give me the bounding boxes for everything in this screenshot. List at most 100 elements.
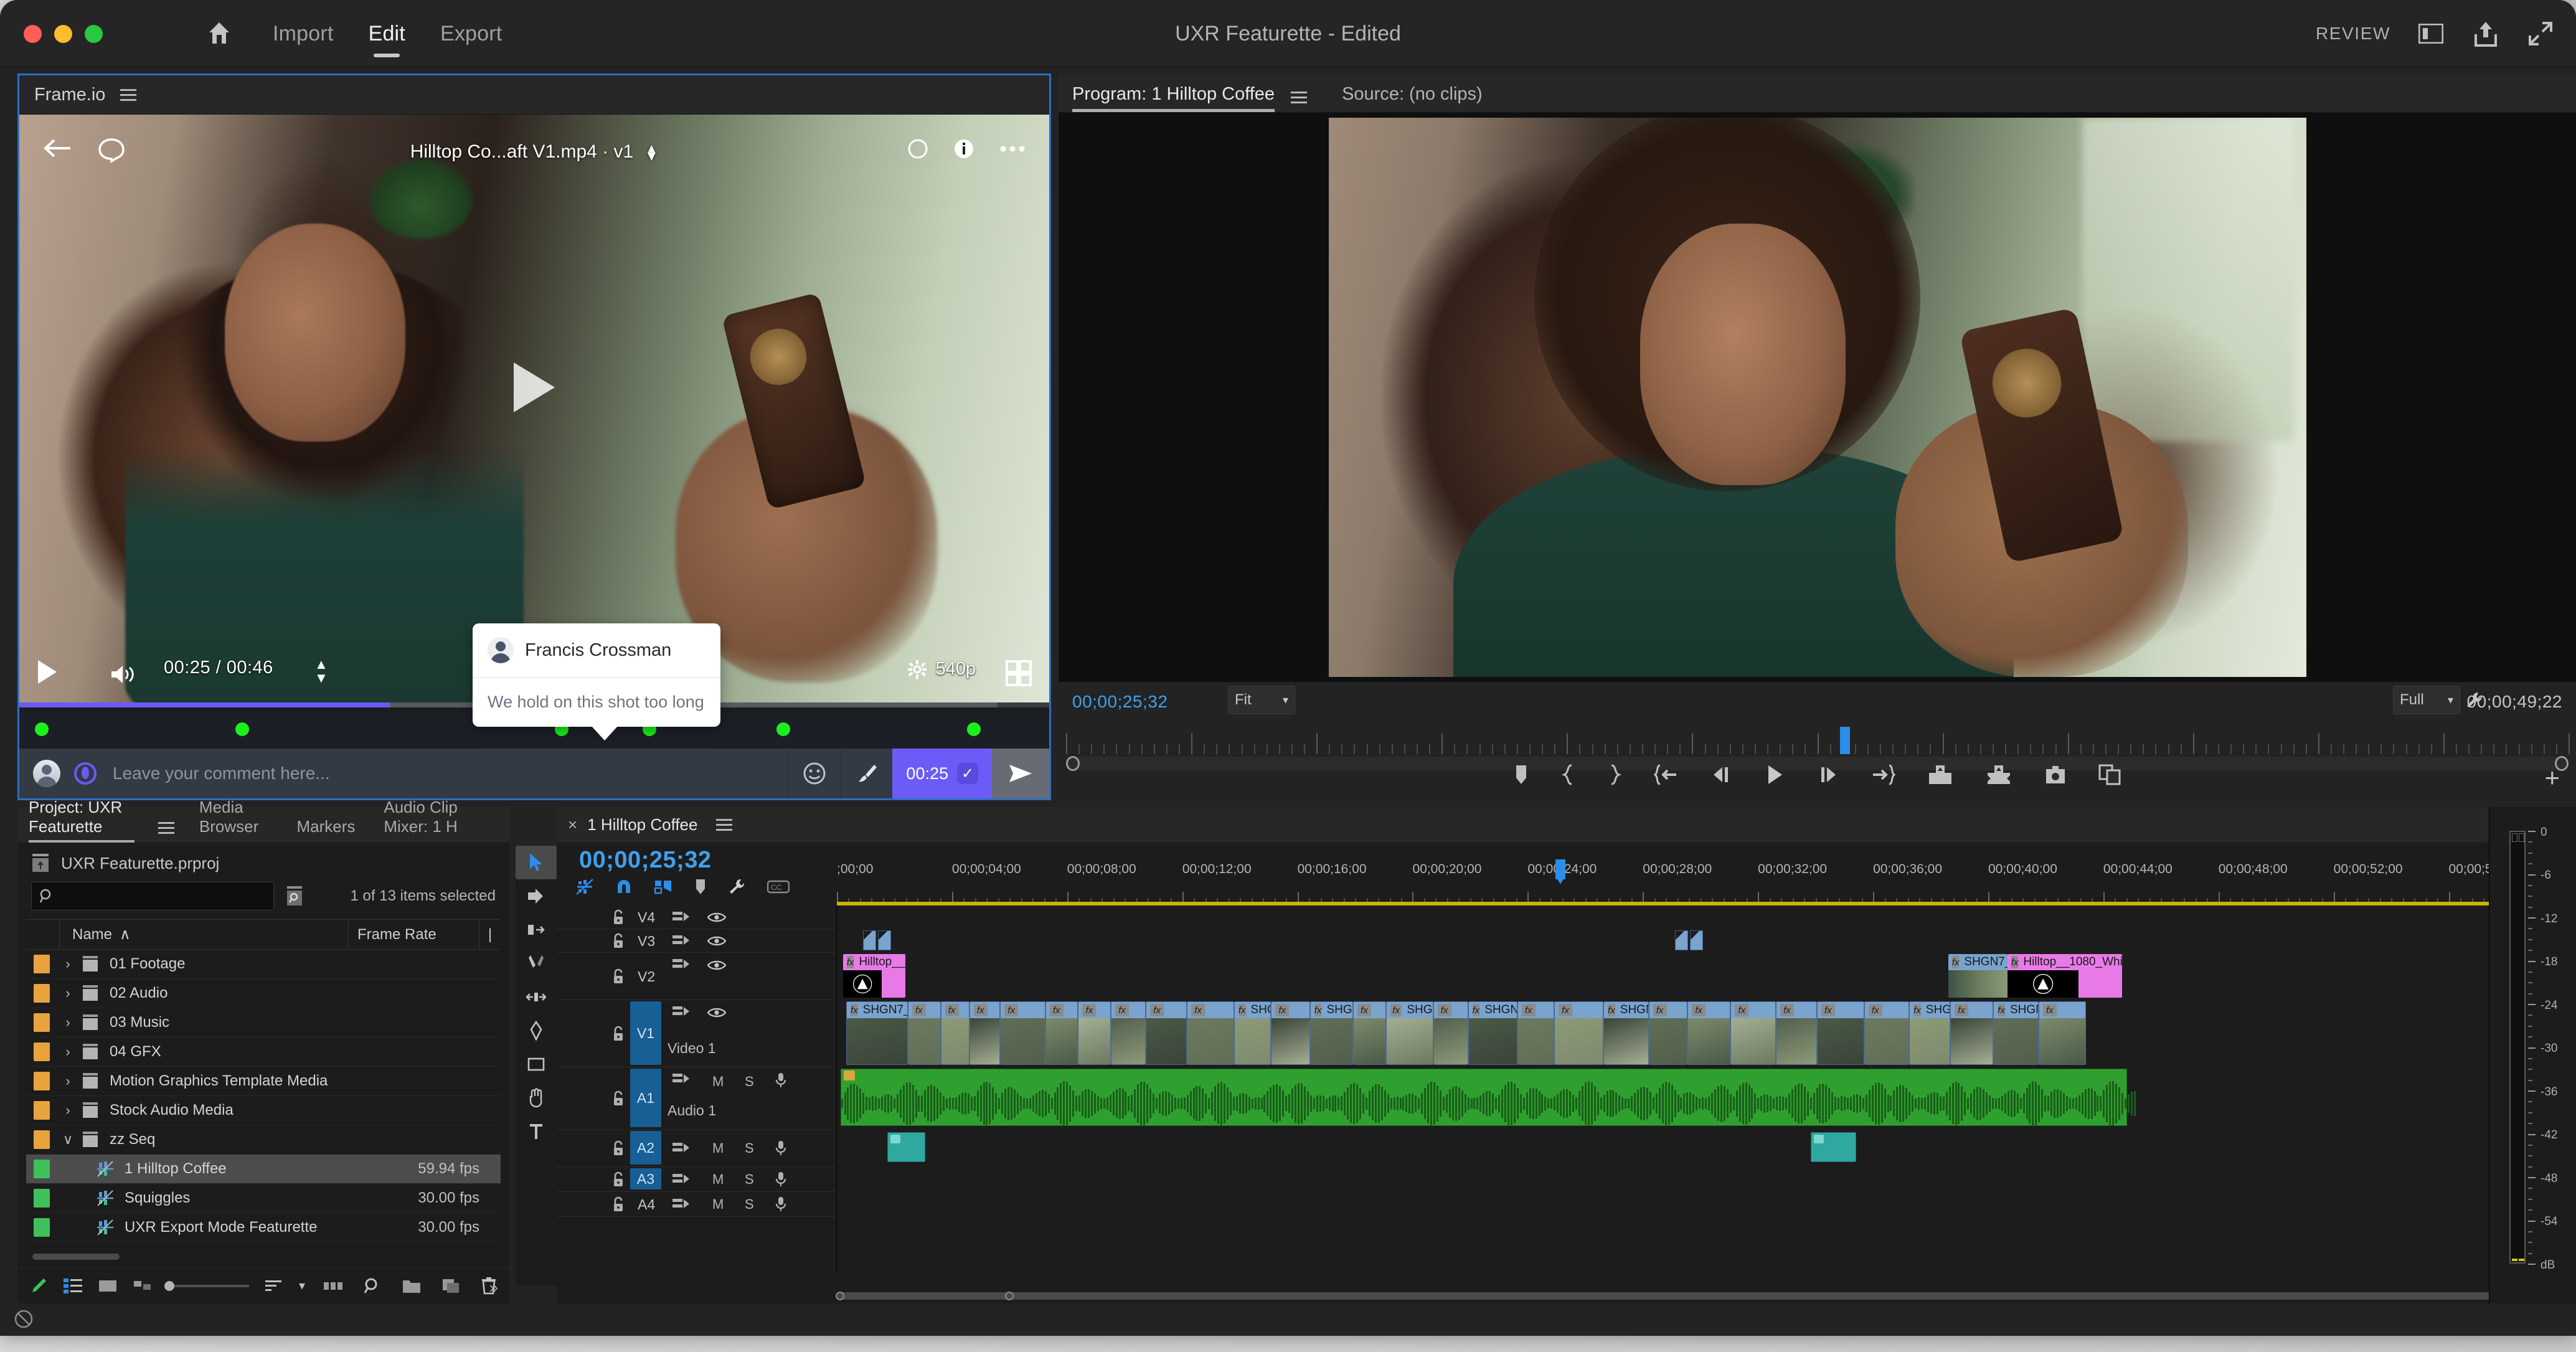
timeline-clip[interactable]: fx Hilltop__1080_White.psd bbox=[2007, 954, 2123, 998]
track-name-v3[interactable]: V3 bbox=[638, 933, 655, 950]
program-video-frame[interactable] bbox=[1328, 118, 2306, 677]
track-header-v1[interactable]: V1 Video 1 bbox=[557, 1000, 836, 1067]
track-header-a2[interactable]: A2 M S bbox=[557, 1130, 836, 1167]
globe-public-icon[interactable] bbox=[74, 762, 97, 785]
table-row[interactable]: ∨ zz Seq bbox=[26, 1125, 501, 1155]
timeline-clip[interactable]: fx bbox=[1950, 1001, 1994, 1065]
track-lock-icon[interactable] bbox=[611, 1171, 625, 1188]
table-row[interactable]: › 02 Audio bbox=[26, 979, 501, 1008]
sync-lock-icon[interactable] bbox=[672, 1142, 693, 1158]
video-play-overlay-icon[interactable] bbox=[514, 362, 555, 412]
timeline-timecode[interactable]: 00;00;25;32 bbox=[579, 847, 712, 874]
timeline-settings-wrench-icon[interactable] bbox=[729, 878, 746, 896]
frameio-filename[interactable]: Hilltop Co...aft V1.mp4 · v1 ▲ ▼ bbox=[19, 141, 1049, 163]
info-icon[interactable] bbox=[953, 138, 974, 159]
emoji-smiley-icon[interactable] bbox=[788, 749, 840, 798]
chevron-right-icon[interactable]: › bbox=[59, 1044, 77, 1060]
table-row[interactable]: 1 Hilltop Coffee 59.94 fps bbox=[26, 1155, 501, 1184]
record-circle-icon[interactable] bbox=[907, 138, 928, 159]
brush-annotate-icon[interactable] bbox=[840, 749, 892, 798]
timeline-clip[interactable]: fx SHGN7_ bbox=[1948, 954, 2007, 998]
table-row[interactable]: › 01 Footage bbox=[26, 950, 501, 979]
workspace-layout-icon[interactable] bbox=[2417, 19, 2445, 48]
audio-clip[interactable] bbox=[887, 1132, 926, 1162]
frameio-marker[interactable] bbox=[966, 722, 981, 736]
table-row[interactable]: UXR Export Mode Featurette 30.00 fps bbox=[26, 1213, 501, 1242]
sync-lock-icon[interactable] bbox=[672, 910, 693, 927]
chevron-right-icon[interactable]: › bbox=[59, 1102, 77, 1118]
timeline-sequence-tab[interactable]: 1 Hilltop Coffee bbox=[587, 815, 697, 834]
track-solo-button[interactable]: S bbox=[745, 1074, 754, 1090]
scroll-thumb[interactable] bbox=[837, 1292, 2557, 1300]
timeline-clip[interactable]: fx bbox=[1271, 1001, 1310, 1065]
panel-menu-icon[interactable] bbox=[716, 819, 733, 831]
voice-over-mic-icon[interactable] bbox=[775, 1140, 796, 1156]
track-output-eye-icon[interactable] bbox=[707, 911, 729, 927]
timeline-clip[interactable]: fx SHG bbox=[1385, 1001, 1433, 1065]
program-duration-timecode[interactable]: 00;00;49;22 bbox=[2467, 692, 2562, 712]
track-target-a2[interactable]: A2 bbox=[630, 1131, 661, 1165]
search-input[interactable] bbox=[31, 882, 274, 910]
table-row[interactable]: › 03 Music bbox=[26, 1008, 501, 1038]
tab-source-monitor[interactable]: Source: (no clips) bbox=[1342, 84, 1483, 112]
timeline-clip[interactable]: fx bbox=[1648, 1001, 1688, 1065]
zoom-slider[interactable] bbox=[164, 1280, 249, 1291]
timeline-clip[interactable]: fx bbox=[1000, 1001, 1045, 1065]
program-current-timecode[interactable]: 00;00;25;32 bbox=[1072, 692, 1168, 712]
chevron-right-icon[interactable]: › bbox=[59, 956, 77, 972]
timeline-clip-area[interactable]: fxHilltop__108 fxSHGN7_fxHilltop__1080_Wh… bbox=[837, 905, 2576, 1272]
comment-timestamp-button[interactable]: 00:25 ✓ bbox=[892, 749, 992, 798]
project-horizontal-scrollbar[interactable] bbox=[32, 1254, 120, 1260]
frameio-marker[interactable] bbox=[235, 722, 250, 736]
timeline-clip[interactable]: fx SHGN7_S00 bbox=[846, 1001, 908, 1065]
tab-markers[interactable]: Markers bbox=[296, 817, 367, 843]
lift-icon[interactable] bbox=[1928, 764, 1953, 785]
add-marker-icon[interactable] bbox=[694, 878, 707, 896]
track-solo-button[interactable]: S bbox=[745, 1140, 754, 1156]
voice-over-mic-icon[interactable] bbox=[775, 1196, 796, 1213]
timeline-clip[interactable]: fx SHGN7 bbox=[1309, 1001, 1353, 1065]
fullscreen-icon[interactable] bbox=[1006, 660, 1032, 686]
button-editor-plus-icon[interactable]: + bbox=[2544, 765, 2560, 791]
slip-tool-icon[interactable] bbox=[516, 980, 557, 1014]
chevron-down-icon[interactable]: ▾ bbox=[299, 1278, 305, 1293]
track-lock-icon[interactable] bbox=[611, 933, 625, 949]
track-output-eye-icon[interactable] bbox=[707, 1006, 729, 1023]
pen-tool-icon[interactable] bbox=[516, 1014, 557, 1047]
tab-audio-clip-mixer[interactable]: Audio Clip Mixer: 1 H bbox=[384, 798, 493, 843]
timeline-clip[interactable]: fx bbox=[1187, 1001, 1234, 1065]
timeline-clip[interactable]: fx bbox=[1517, 1001, 1554, 1065]
timeline-clip[interactable]: fx bbox=[1045, 1001, 1078, 1065]
table-row[interactable]: › Stock Audio Media bbox=[26, 1096, 501, 1125]
track-lock-icon[interactable] bbox=[611, 1026, 625, 1042]
timeline-clip[interactable]: fx SHGN7_S bbox=[1993, 1001, 2039, 1065]
frameio-quality-control[interactable]: 540p bbox=[908, 659, 976, 679]
timeline-clip[interactable]: fx bbox=[1353, 1001, 1386, 1065]
tab-program-monitor[interactable]: Program: 1 Hilltop Coffee bbox=[1072, 84, 1275, 112]
rectangle-tool-icon[interactable] bbox=[516, 1047, 557, 1081]
timeline-clip[interactable]: fx Hilltop__108 bbox=[842, 954, 906, 998]
delete-icon[interactable] bbox=[481, 1277, 497, 1295]
transition-clip[interactable] bbox=[877, 930, 891, 950]
track-output-eye-icon[interactable] bbox=[707, 935, 729, 951]
chevron-right-icon[interactable]: › bbox=[59, 1014, 77, 1031]
tab-project[interactable]: Project: UXR Featurette bbox=[29, 798, 151, 843]
timeline-clip[interactable]: fx bbox=[1775, 1001, 1817, 1065]
table-row[interactable]: › Motion Graphics Template Media bbox=[26, 1067, 501, 1096]
track-output-eye-icon[interactable] bbox=[707, 959, 729, 975]
sync-lock-icon[interactable] bbox=[672, 958, 693, 974]
timeline-clip[interactable]: fx bbox=[969, 1001, 1001, 1065]
program-time-ruler[interactable] bbox=[1066, 727, 2570, 754]
transition-clip[interactable] bbox=[1675, 930, 1689, 950]
play-stop-icon[interactable] bbox=[1765, 763, 1785, 786]
timeline-clip[interactable]: fx SHG bbox=[1234, 1001, 1271, 1065]
frameio-marker[interactable] bbox=[34, 722, 49, 736]
timeline-clip[interactable]: fx SHGN7_S0 bbox=[1468, 1001, 1517, 1065]
table-row[interactable]: › 04 GFX bbox=[26, 1038, 501, 1067]
captions-cc-icon[interactable]: CC bbox=[767, 879, 790, 894]
track-target-a3[interactable]: A3 bbox=[630, 1168, 661, 1189]
go-to-in-icon[interactable] bbox=[1653, 764, 1677, 785]
close-icon[interactable]: × bbox=[568, 815, 577, 834]
timeline-clip[interactable]: fx bbox=[1078, 1001, 1111, 1065]
list-view-icon[interactable] bbox=[64, 1278, 82, 1294]
